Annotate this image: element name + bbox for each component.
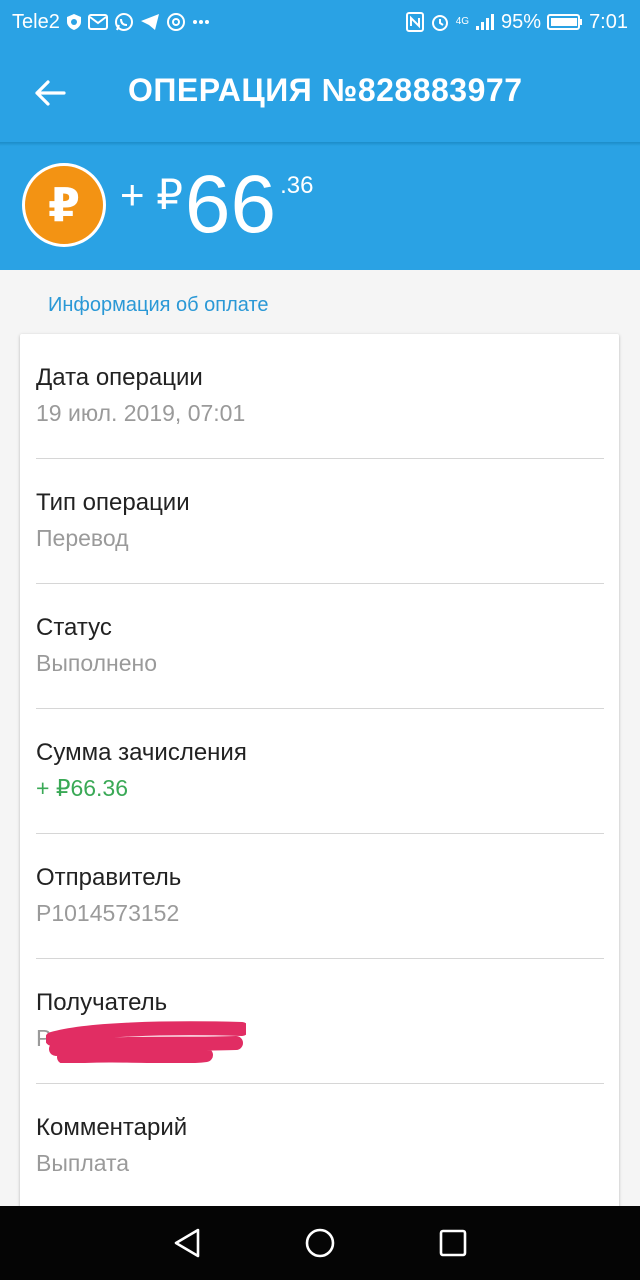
home-circle-icon bbox=[305, 1228, 335, 1258]
back-button[interactable] bbox=[22, 68, 78, 118]
amount-cents: .36 bbox=[280, 172, 314, 199]
nav-back-button[interactable] bbox=[159, 1215, 215, 1271]
page-title: ОПЕРАЦИЯ №828883977 bbox=[128, 72, 523, 108]
detail-row-recipient: Получатель P bbox=[36, 959, 604, 1084]
signal-icon: 4G bbox=[456, 17, 469, 27]
at-icon bbox=[166, 12, 186, 32]
status-bar: Tele2 4G 95% 7:01 bbox=[0, 0, 640, 44]
battery-percent: 95% bbox=[501, 10, 542, 33]
detail-row-status: Статус Выполнено bbox=[36, 584, 604, 709]
network-type: 4G bbox=[455, 16, 470, 27]
alarm-icon bbox=[430, 12, 450, 32]
amount-header: ₽ + ₽ 66 .36 bbox=[0, 146, 640, 270]
row-label: Сумма зачисления bbox=[36, 739, 247, 766]
detail-row-sender: Отправитель P1014573152 bbox=[36, 834, 604, 959]
arrow-left-icon bbox=[35, 80, 66, 106]
coin-symbol: ₽ bbox=[47, 179, 80, 231]
row-value: 19 июл. 2019, 07:01 bbox=[36, 400, 246, 426]
whatsapp-icon bbox=[114, 12, 134, 32]
row-value: Выполнено bbox=[36, 650, 158, 676]
section-label: Информация об оплате bbox=[48, 294, 269, 316]
row-label: Дата операции bbox=[36, 364, 203, 391]
signal-bars-icon bbox=[475, 13, 495, 31]
battery-icon bbox=[547, 14, 583, 30]
mail-icon bbox=[87, 14, 108, 30]
row-value: Перевод bbox=[36, 525, 129, 551]
row-label: Тип операции bbox=[36, 489, 190, 516]
clock: 7:01 bbox=[589, 10, 628, 33]
row-value: + ₽66.36 bbox=[36, 775, 129, 801]
row-value: Выплата bbox=[36, 1150, 130, 1176]
row-label: Получатель bbox=[36, 989, 168, 1016]
detail-row-comment: Комментарий Выплата bbox=[36, 1084, 604, 1209]
amount-main: 66 bbox=[184, 159, 277, 250]
amount-prefix: + ₽ bbox=[120, 171, 183, 218]
row-label: Комментарий bbox=[36, 1114, 188, 1141]
row-value: P1014573152 bbox=[36, 900, 180, 926]
row-label: Отправитель bbox=[36, 864, 182, 891]
shield-icon bbox=[66, 13, 82, 31]
telegram-icon bbox=[140, 13, 160, 31]
amount-display: + ₽ 66 .36 bbox=[120, 160, 314, 250]
details-card: Дата операции 19 июл. 2019, 07:01 Тип оп… bbox=[20, 334, 619, 1214]
row-label: Статус bbox=[36, 614, 112, 641]
nav-home-button[interactable] bbox=[292, 1215, 348, 1271]
system-nav-bar bbox=[0, 1206, 640, 1280]
nfc-icon bbox=[405, 12, 424, 32]
more-icon bbox=[192, 19, 210, 25]
redaction-scribble bbox=[46, 1021, 246, 1063]
nav-recent-button[interactable] bbox=[425, 1215, 481, 1271]
recent-square-icon bbox=[440, 1229, 467, 1257]
carrier-label: Tele2 bbox=[12, 10, 60, 33]
back-triangle-icon bbox=[174, 1228, 199, 1258]
status-bar-left: Tele2 bbox=[12, 11, 210, 34]
status-bar-right: 4G 95% 7:01 bbox=[405, 10, 628, 34]
detail-row-amount: Сумма зачисления + ₽66.36 bbox=[36, 709, 604, 834]
detail-row-date: Дата операции 19 июл. 2019, 07:01 bbox=[36, 334, 604, 459]
ruble-coin-icon: ₽ bbox=[22, 163, 106, 247]
app-bar: ОПЕРАЦИЯ №828883977 bbox=[0, 44, 640, 142]
detail-row-type: Тип операции Перевод bbox=[36, 459, 604, 584]
